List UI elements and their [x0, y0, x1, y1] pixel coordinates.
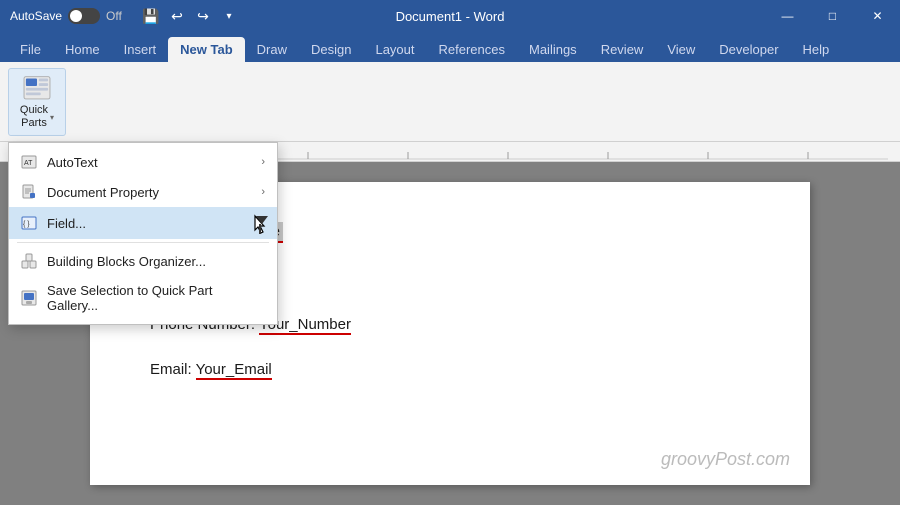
save-icon[interactable]: 💾 [140, 5, 162, 27]
ribbon-tabs: File Home Insert New Tab Draw Design Lay… [0, 32, 900, 62]
window-title: Document1 - Word [396, 9, 505, 24]
field-label: Field... [47, 216, 239, 231]
save-selection-label: Save Selection to Quick Part Gallery... [47, 283, 265, 313]
quick-parts-dropdown-arrow: ▾ [50, 113, 54, 122]
save-selection-icon [21, 290, 37, 306]
menu-item-autotext[interactable]: AT AutoText › [9, 147, 277, 177]
autosave-state: Off [106, 9, 122, 23]
autosave-toggle[interactable] [68, 8, 100, 24]
menu-item-field[interactable]: { } Field... [9, 207, 277, 239]
menu-item-document-property[interactable]: Document Property › [9, 177, 277, 207]
tab-home[interactable]: Home [53, 37, 112, 62]
autotext-submenu-arrow: › [261, 156, 265, 168]
minimize-button[interactable]: — [765, 0, 810, 32]
tab-review[interactable]: Review [589, 37, 656, 62]
mouse-cursor [253, 214, 265, 232]
tab-new-tab[interactable]: New Tab [168, 37, 245, 62]
doc-line-email: Email: Your_Email [150, 361, 750, 378]
restore-button[interactable]: □ [810, 0, 855, 32]
watermark: groovyPost.com [661, 449, 790, 470]
autosave-area: AutoSave Off [10, 8, 122, 24]
field-icon: { } [21, 215, 37, 231]
autotext-label: AutoText [47, 155, 251, 170]
menu-item-save-selection[interactable]: Save Selection to Quick Part Gallery... [9, 276, 277, 320]
document-property-label: Document Property [47, 185, 251, 200]
tab-layout[interactable]: Layout [363, 37, 426, 62]
tab-mailings[interactable]: Mailings [517, 37, 589, 62]
autosave-label: AutoSave [10, 9, 62, 23]
quick-access-toolbar: 💾 ↩ ↪ ▾ [140, 5, 240, 27]
window-controls: — □ ✕ [765, 0, 900, 32]
menu-separator-1 [17, 242, 269, 243]
tab-help[interactable]: Help [791, 37, 842, 62]
document-property-icon [21, 184, 37, 200]
quick-parts-dropdown: AT AutoText › Document Property › { } Fi… [8, 142, 278, 325]
email-field-value[interactable]: Your_Email [196, 361, 272, 380]
tab-references[interactable]: References [427, 37, 517, 62]
tab-design[interactable]: Design [299, 37, 363, 62]
building-blocks-label: Building Blocks Organizer... [47, 254, 265, 269]
redo-icon[interactable]: ↪ [192, 5, 214, 27]
tab-insert[interactable]: Insert [112, 37, 169, 62]
quick-parts-button[interactable]: QuickParts ▾ [8, 68, 66, 136]
autotext-icon: AT [21, 154, 37, 170]
tab-draw[interactable]: Draw [245, 37, 299, 62]
tab-file[interactable]: File [8, 37, 53, 62]
tab-view[interactable]: View [655, 37, 707, 62]
document-property-submenu-arrow: › [261, 186, 265, 198]
customize-quick-access-icon[interactable]: ▾ [218, 5, 240, 27]
svg-text:AT: AT [24, 160, 33, 167]
quick-parts-label: QuickParts [20, 104, 48, 130]
app-window: AutoSave Off 💾 ↩ ↪ ▾ Document1 - Word — … [0, 0, 900, 505]
title-bar: AutoSave Off 💾 ↩ ↪ ▾ Document1 - Word — … [0, 0, 900, 32]
ribbon-content: QuickParts ▾ AT AutoText › Document Prop… [0, 62, 900, 142]
building-blocks-icon [21, 253, 37, 269]
autosave-knob [70, 10, 82, 22]
tab-developer[interactable]: Developer [707, 37, 790, 62]
menu-item-building-blocks[interactable]: Building Blocks Organizer... [9, 246, 277, 276]
close-button[interactable]: ✕ [855, 0, 900, 32]
email-label: Email: [150, 361, 196, 378]
quick-parts-icon [21, 73, 53, 103]
undo-icon[interactable]: ↩ [166, 5, 188, 27]
svg-text:{ }: { } [23, 221, 30, 228]
